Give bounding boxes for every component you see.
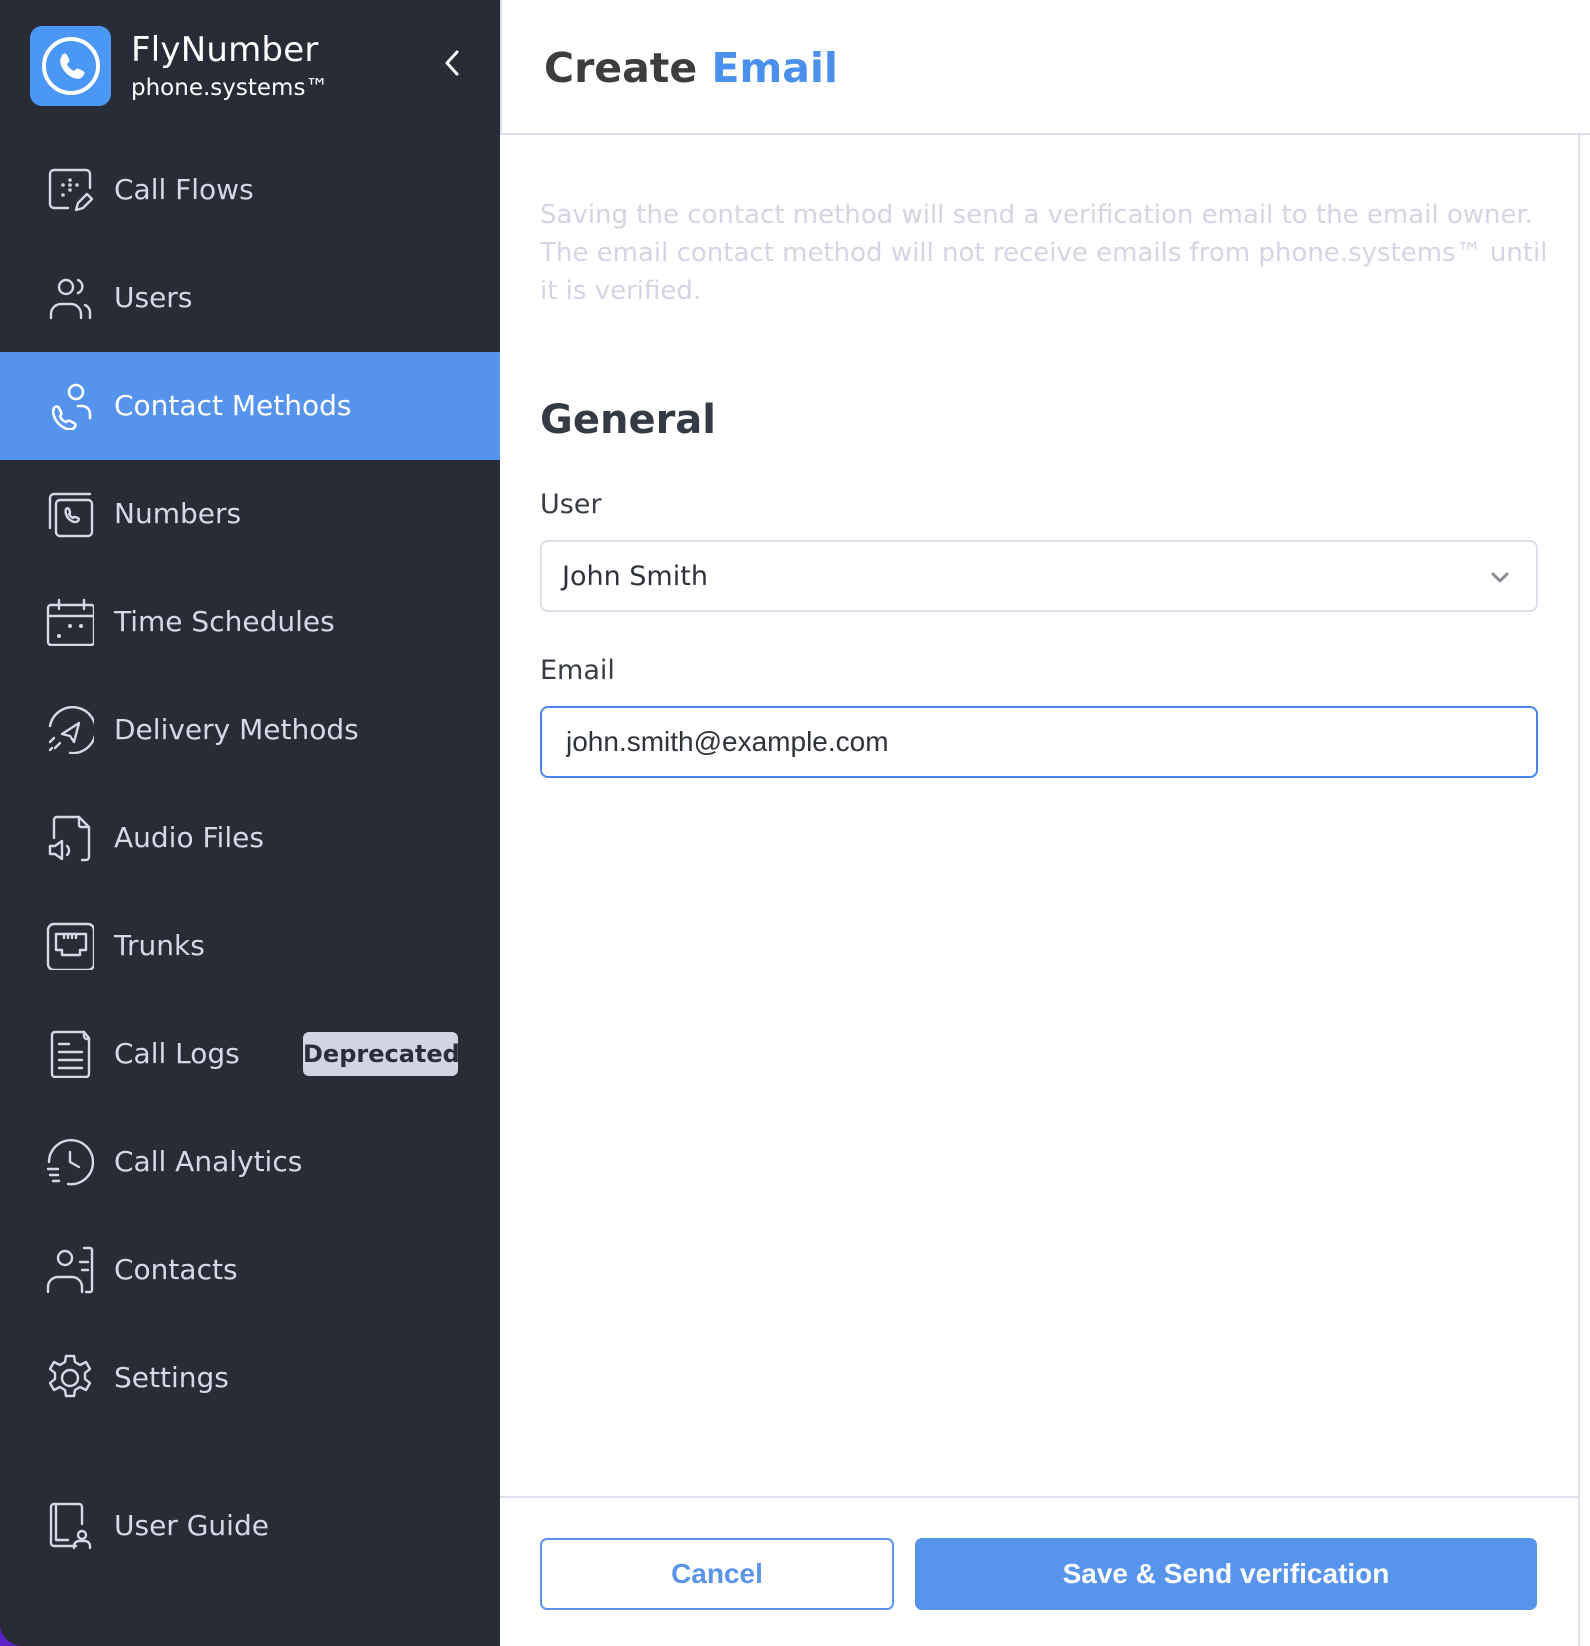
sidebar-item-contacts[interactable]: Contacts <box>0 1216 500 1324</box>
app-window: FlyNumber phone.systems™ Call Flows User… <box>0 0 1590 1646</box>
sidebar-item-label: Delivery Methods <box>114 713 359 746</box>
sidebar-item-user-guide[interactable]: User Guide <box>0 1472 500 1580</box>
sidebar-item-time-schedules[interactable]: Time Schedules <box>0 568 500 676</box>
verification-notice: Saving the contact method will send a ve… <box>540 200 1548 306</box>
sidebar-item-call-logs[interactable]: Call Logs Deprecated <box>0 1000 500 1108</box>
sidebar-item-trunks[interactable]: Trunks <box>0 892 500 1000</box>
sidebar-item-delivery-methods[interactable]: Delivery Methods <box>0 676 500 784</box>
sidebar-item-label: Contact Methods <box>114 389 352 422</box>
page-title-prefix: Create <box>544 44 698 92</box>
sidebar-item-label: Audio Files <box>114 821 264 854</box>
user-field-label: User <box>540 489 602 520</box>
deprecated-badge: Deprecated <box>303 1032 460 1076</box>
sidebar-item-label: User Guide <box>114 1509 269 1542</box>
chevron-down-icon <box>1491 572 1509 583</box>
sidebar-item-label: Users <box>114 281 193 314</box>
save-send-verification-button[interactable]: Save & Send verification <box>915 1538 1537 1610</box>
phone-circle-icon <box>30 26 111 106</box>
history-icon <box>46 1138 94 1186</box>
footer-divider <box>500 1496 1580 1498</box>
gear-icon <box>46 1354 94 1402</box>
sidebar-item-contact-methods[interactable]: Contact Methods <box>0 352 500 460</box>
content-divider <box>1578 135 1580 1646</box>
user-select-value: John Smith <box>562 561 708 592</box>
sidebar-item-users[interactable]: Users <box>0 244 500 352</box>
users-icon <box>46 274 94 322</box>
numbers-icon <box>46 490 94 538</box>
sidebar-item-label: Call Logs <box>114 1037 240 1070</box>
cancel-button[interactable]: Cancel <box>540 1538 894 1610</box>
brand: FlyNumber phone.systems™ <box>30 26 328 106</box>
sidebar-item-label: Call Analytics <box>114 1145 303 1178</box>
email-input[interactable] <box>540 706 1538 778</box>
page-title: Create Email <box>544 42 838 94</box>
sidebar-item-numbers[interactable]: Numbers <box>0 460 500 568</box>
main-panel: Create Email Saving the contact method w… <box>500 0 1590 1646</box>
sidebar-item-label: Settings <box>114 1361 229 1394</box>
sidebar-item-label: Trunks <box>114 929 205 962</box>
sidebar-item-audio-files[interactable]: Audio Files <box>0 784 500 892</box>
call-flows-icon <box>46 166 94 214</box>
sidebar-item-call-analytics[interactable]: Call Analytics <box>0 1108 500 1216</box>
user-select[interactable]: John Smith <box>540 540 1538 612</box>
contact-methods-icon <box>46 382 94 430</box>
trunk-icon <box>46 922 94 970</box>
sidebar-item-settings[interactable]: Settings <box>0 1324 500 1432</box>
brand-name: FlyNumber <box>131 30 319 70</box>
sidebar: FlyNumber phone.systems™ Call Flows User… <box>0 0 500 1646</box>
audio-file-icon <box>46 814 94 862</box>
sidebar-item-label: Numbers <box>114 497 242 530</box>
user-guide-icon <box>46 1502 94 1550</box>
sidebar-item-label: Call Flows <box>114 173 254 206</box>
page-header: Create Email <box>500 0 1590 135</box>
contacts-icon <box>46 1246 94 1294</box>
sidebar-item-label: Time Schedules <box>114 605 335 638</box>
delivery-icon <box>46 706 94 754</box>
sidebar-item-label: Contacts <box>114 1253 238 1286</box>
page-title-accent: Email <box>711 44 838 92</box>
calendar-icon <box>46 598 94 646</box>
chevron-left-icon <box>445 50 459 76</box>
sidebar-item-call-flows[interactable]: Call Flows <box>0 136 500 244</box>
document-icon <box>46 1030 94 1078</box>
brand-subtitle: phone.systems™ <box>131 75 329 101</box>
section-title-general: General <box>540 397 716 443</box>
collapse-sidebar-button[interactable] <box>436 46 468 80</box>
email-field-label: Email <box>540 655 615 686</box>
